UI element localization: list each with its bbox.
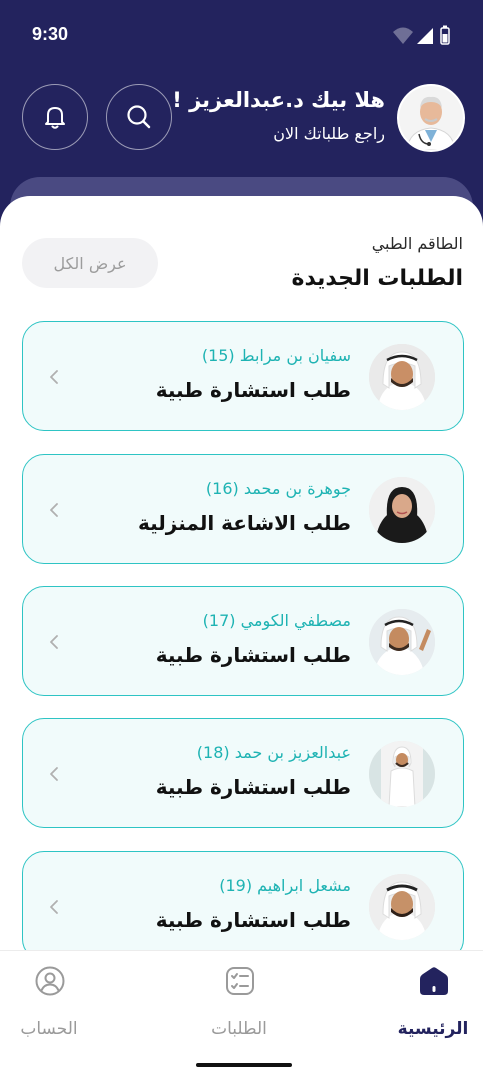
battery-icon: [440, 25, 450, 45]
main-content: الطاقم الطبي الطلبات الجديدة عرض الكل سف…: [0, 196, 483, 1080]
chevron-left-icon: [50, 635, 58, 649]
greeting-title: هلا بيك د.عبدالعزيز !: [172, 88, 385, 112]
request-type: طلب استشارة طبية: [155, 643, 351, 667]
nav-home[interactable]: الرئيسية: [378, 965, 483, 1045]
nav-home-label: الرئيسية: [397, 1019, 469, 1039]
request-card[interactable]: جوهرة بن محمد (16) طلب الاشاعة المنزلية: [22, 454, 464, 564]
request-card[interactable]: مشعل ابراهيم (19) طلب استشارة طبية: [22, 851, 464, 961]
patient-avatar: [369, 741, 435, 807]
greeting-subtitle: راجع طلباتك الان: [273, 124, 385, 143]
chevron-left-icon: [50, 503, 58, 517]
nav-account-label: الحساب: [20, 1019, 78, 1039]
nav-orders-label: الطلبات: [211, 1019, 267, 1039]
patient-portrait: [369, 344, 435, 410]
section-title: الطلبات الجديدة: [291, 266, 463, 291]
signal-icon: [417, 28, 433, 44]
search-button[interactable]: [106, 84, 172, 150]
chevron-left-icon: [50, 900, 58, 914]
patient-portrait: [369, 477, 435, 543]
patient-avatar: [369, 477, 435, 543]
section-subtitle: الطاقم الطبي: [371, 234, 463, 253]
view-all-button[interactable]: عرض الكل: [22, 238, 158, 288]
patient-name: جوهرة بن محمد (16): [205, 479, 351, 498]
request-type: طلب الاشاعة المنزلية: [138, 511, 351, 535]
status-icons: [393, 25, 450, 45]
request-type: طلب استشارة طبية: [155, 378, 351, 402]
patient-portrait: [369, 609, 435, 675]
request-type: طلب استشارة طبية: [155, 908, 351, 932]
notifications-button[interactable]: [22, 84, 88, 150]
user-profile-icon: [35, 966, 65, 996]
request-card[interactable]: مصطفي الكومي (17) طلب استشارة طبية: [22, 586, 464, 696]
patient-name: مصطفي الكومي (17): [202, 611, 351, 630]
bottom-nav: الرئيسية الطلبات الحساب: [0, 950, 483, 1080]
doctor-portrait: [399, 86, 463, 150]
chevron-left-icon: [50, 370, 58, 384]
request-card[interactable]: عبدالعزيز بن حمد (18) طلب استشارة طبية: [22, 718, 464, 828]
orders-list-icon: [226, 967, 254, 995]
request-type: طلب استشارة طبية: [155, 775, 351, 799]
patient-avatar: [369, 344, 435, 410]
bell-icon: [45, 107, 65, 129]
wifi-icon: [393, 27, 413, 44]
patient-avatar: [369, 874, 435, 940]
patient-name: عبدالعزيز بن حمد (18): [196, 743, 351, 762]
status-time: 9:30: [32, 24, 69, 44]
status-bar: 9:30: [0, 0, 483, 70]
home-indicator: [196, 1063, 292, 1067]
patient-portrait: [369, 741, 435, 807]
patient-name: سفيان بن مرابط (15): [201, 346, 351, 365]
search-icon: [127, 105, 151, 129]
nav-orders[interactable]: الطلبات: [184, 965, 294, 1045]
doctor-avatar[interactable]: [397, 84, 465, 152]
nav-account[interactable]: الحساب: [0, 965, 104, 1045]
patient-portrait: [369, 874, 435, 940]
home-icon: [420, 967, 448, 995]
patient-name: مشعل ابراهيم (19): [219, 876, 351, 895]
header: هلا بيك د.عبدالعزيز ! راجع طلباتك الان: [0, 70, 483, 190]
patient-avatar: [369, 609, 435, 675]
request-card[interactable]: سفيان بن مرابط (15) طلب استشارة طبية: [22, 321, 464, 431]
chevron-left-icon: [50, 767, 58, 781]
